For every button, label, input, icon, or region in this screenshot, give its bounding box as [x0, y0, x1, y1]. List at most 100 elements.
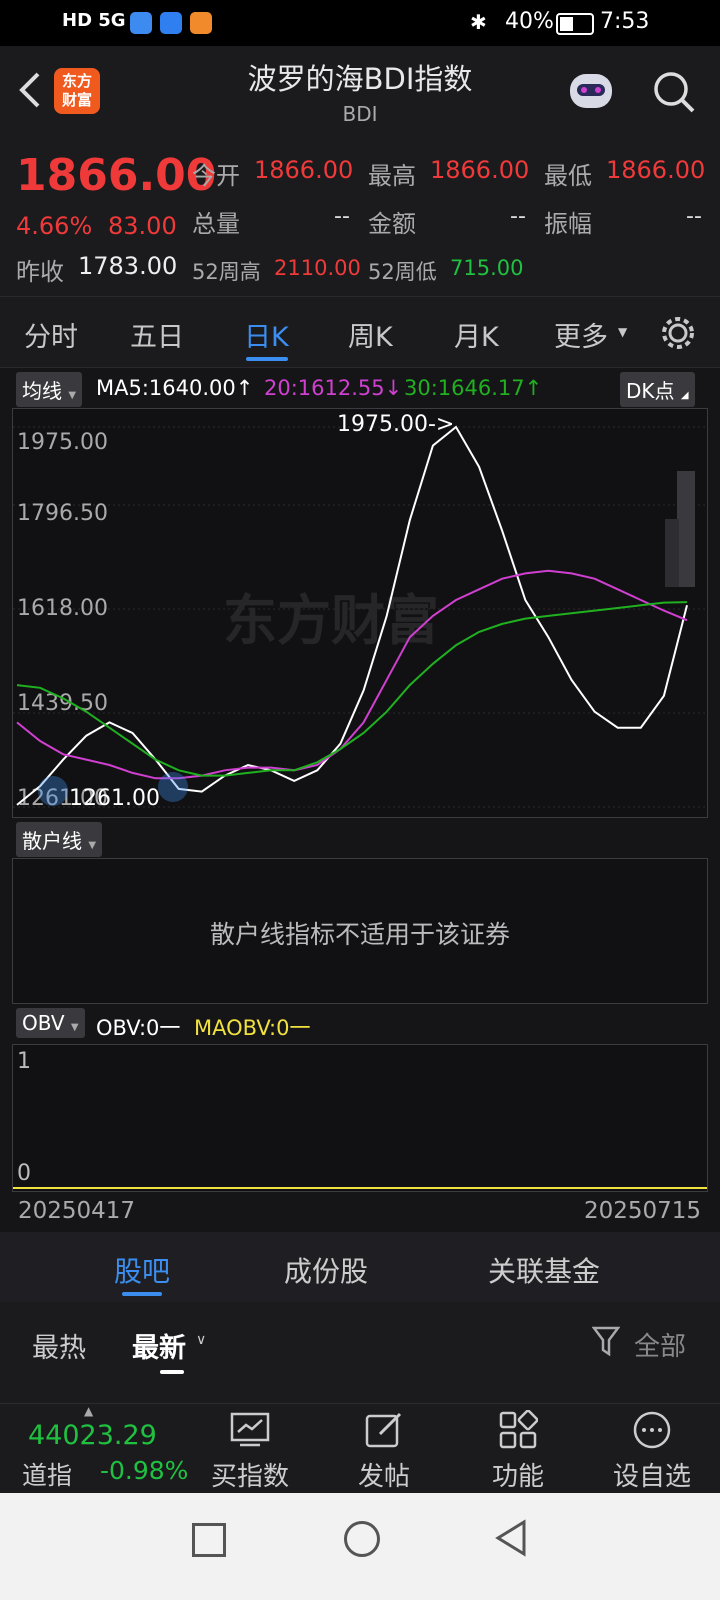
tab-related-funds[interactable]: 关联基金 — [488, 1250, 600, 1290]
obv-y-top: 1 — [17, 1049, 31, 1074]
y-axis-label: 1975.00 — [17, 430, 108, 455]
app-icon-3 — [190, 12, 212, 34]
ma20-label: 20:1612.55 — [264, 376, 385, 400]
obv-y-bottom: 0 — [17, 1161, 31, 1186]
kline-svg: 东方财富 1975.001796.501618.001439.501261.00… — [13, 412, 707, 811]
post-button[interactable]: 发帖 — [334, 1456, 434, 1493]
open-label: 今开 — [192, 162, 240, 190]
obv-selector-label: OBV — [22, 1011, 65, 1035]
search-icon[interactable] — [652, 70, 696, 114]
chart-panel: 均线 ▼ MA5:1640.00↑ 20:1612.55↓ 30:1646.17… — [0, 368, 720, 1232]
filter-icon[interactable] — [592, 1326, 620, 1358]
ma30-label: 30:1646.17 — [404, 376, 525, 400]
obv-panel[interactable]: 1 0 — [12, 1044, 708, 1192]
buy-index-icon[interactable] — [230, 1412, 270, 1448]
home-icon[interactable] — [344, 1521, 380, 1557]
tab-minute[interactable]: 分时 — [24, 315, 78, 354]
ma-selector-label: 均线 — [22, 379, 62, 403]
feed-sort-bar: 最热 最新 ∨ 全部 — [0, 1302, 720, 1402]
last-price: 1866.00 — [16, 150, 217, 201]
filter-all[interactable]: 全部 — [634, 1326, 686, 1363]
retail-line-label: 散户线 — [22, 829, 82, 853]
battery-icon — [556, 13, 594, 35]
low-value: 1866.00 — [606, 156, 706, 184]
open-value: 1866.00 — [254, 156, 354, 184]
battery-text: 40% — [505, 9, 554, 34]
add-watchlist-icon[interactable] — [632, 1410, 672, 1450]
dow-index-value[interactable]: 44023.29 — [28, 1420, 157, 1451]
amplitude-label: 振幅 — [544, 210, 592, 238]
settings-gear-icon[interactable] — [660, 315, 696, 351]
tab-constituents[interactable]: 成份股 — [284, 1250, 368, 1290]
sort-new[interactable]: 最新 — [132, 1326, 186, 1365]
tab-forum[interactable]: 股吧 — [114, 1250, 170, 1290]
high-value: 1866.00 — [430, 156, 530, 184]
forum-tab-indicator — [122, 1292, 162, 1296]
app-header: 东方 财富 波罗的海BDI指数 BDI — [0, 46, 720, 137]
arrow-up-icon: ↑ — [524, 376, 543, 400]
w52-low-label: 52周低 — [368, 260, 437, 284]
maobv-value: MAOBV:0一 — [194, 1016, 311, 1040]
ma20-value: 20:1612.55↓ — [264, 376, 402, 400]
dk-point-label: DK点 — [626, 379, 675, 403]
volume-label: 总量 — [192, 210, 240, 238]
corner-triangle-icon: ◢ — [680, 390, 689, 401]
status-bar: HD 5G ✱ 40% 7:53 — [0, 0, 720, 46]
amount-value: -- — [510, 204, 526, 229]
w52-low-value: 715.00 — [450, 256, 524, 280]
sort-indicator — [160, 1370, 184, 1374]
tab-more[interactable]: 更多 — [554, 315, 608, 354]
chevron-down-icon: ▼ — [68, 390, 77, 401]
tab-monthly-k[interactable]: 月K — [454, 315, 499, 354]
ma-selector[interactable]: 均线 ▼ — [16, 372, 83, 407]
dow-index-name[interactable]: 道指 — [22, 1456, 72, 1492]
expand-up-icon[interactable]: ▲ — [84, 1404, 93, 1418]
obv-selector[interactable]: OBV ▼ — [16, 1008, 85, 1038]
functions-button[interactable]: 功能 — [468, 1456, 568, 1493]
dow-index-change[interactable]: -0.98% — [100, 1456, 188, 1485]
chevron-down-icon[interactable]: ∨ — [196, 1332, 206, 1348]
tab-daily-k[interactable]: 日K — [244, 315, 289, 354]
app-icon-2 — [160, 12, 182, 34]
obv-line — [13, 1187, 707, 1189]
quote-panel: 1866.00 4.66% 83.00 昨收 1783.00 今开 1866.0… — [0, 136, 720, 297]
post-icon[interactable] — [364, 1410, 404, 1450]
tab-five-day[interactable]: 五日 — [130, 315, 184, 354]
scroll-left-icon[interactable] — [38, 776, 68, 806]
change-percent: 4.66% — [16, 212, 93, 240]
period-tabs: 分时 五日 日K 周K 月K 更多 ▼ — [0, 297, 720, 368]
system-nav-bar — [0, 1493, 720, 1600]
arrow-down-icon: ↓ — [384, 376, 403, 400]
retail-line-panel: 散户线指标不适用于该证券 — [12, 858, 708, 1004]
w52-high-label: 52周高 — [192, 260, 261, 284]
bluetooth-icon: ✱ — [470, 10, 487, 34]
prev-candle — [665, 519, 679, 587]
retail-line-selector[interactable]: 散户线 ▼ — [16, 822, 103, 857]
sort-hot[interactable]: 最热 — [32, 1326, 86, 1365]
zoom-icon[interactable] — [158, 772, 188, 802]
dk-point-button[interactable]: DK点 ◢ — [620, 372, 695, 407]
obv-value: OBV:0一 — [96, 1016, 181, 1040]
community-tabs: 股吧 成份股 关联基金 — [0, 1232, 720, 1303]
prev-close-label: 昨收 — [16, 258, 64, 286]
retail-line-message: 散户线指标不适用于该证券 — [209, 920, 510, 949]
nav-back-icon[interactable] — [494, 1519, 528, 1557]
recent-apps-icon[interactable] — [192, 1523, 226, 1557]
y-axis-label: 1439.50 — [17, 691, 108, 716]
functions-icon[interactable] — [498, 1410, 538, 1450]
kline-chart[interactable]: 东方财富 1975.00 1796.50 1618.00 1439.50 1261.00… — [12, 408, 708, 818]
y-axis-label: 1796.50 — [17, 501, 108, 526]
add-watchlist-button[interactable]: 设自选 — [602, 1456, 702, 1493]
change-value: 83.00 — [108, 212, 177, 240]
buy-index-button[interactable]: 买指数 — [200, 1456, 300, 1493]
high-label: 最高 — [368, 162, 416, 190]
low-label: 最低 — [544, 162, 592, 190]
app-icon-1 — [130, 12, 152, 34]
active-tab-indicator — [246, 357, 288, 361]
tab-weekly-k[interactable]: 周K — [348, 315, 393, 354]
last-candle — [677, 471, 695, 587]
chevron-down-icon: ▼ — [88, 840, 97, 851]
robot-assistant-icon[interactable] — [566, 68, 616, 116]
date-start: 20250417 — [18, 1198, 136, 1224]
more-dropdown-icon[interactable]: ▼ — [618, 325, 627, 339]
